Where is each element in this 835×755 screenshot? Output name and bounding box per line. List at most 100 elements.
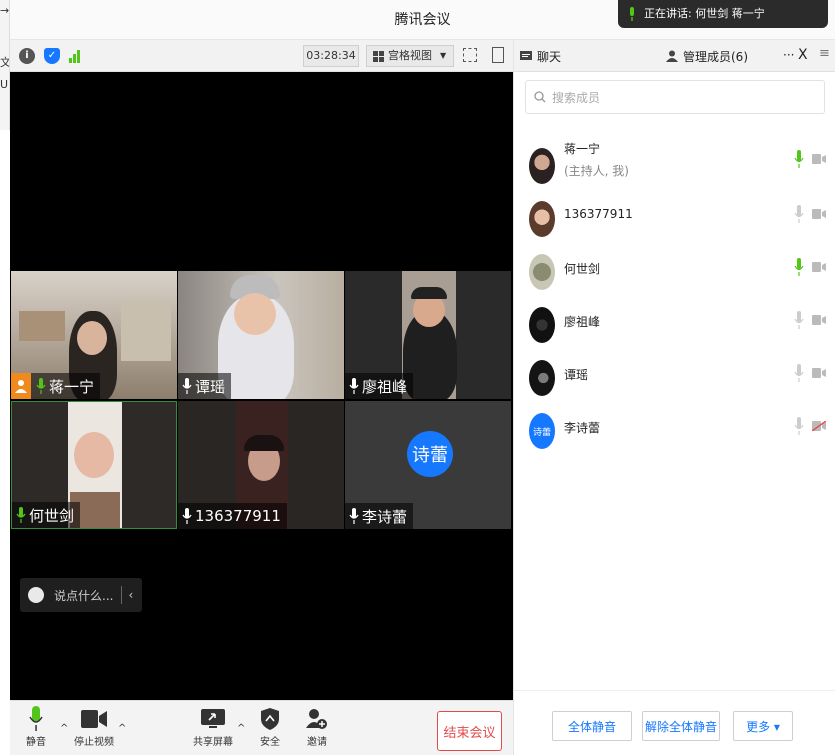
video-tile[interactable]: 谭瑶	[178, 271, 344, 399]
member-name: 廖祖峰	[564, 315, 601, 329]
mute-all-button[interactable]: 全体静音	[552, 711, 632, 741]
member-row[interactable]: 诗蕾 李诗蕾	[514, 405, 835, 457]
participant-name: 李诗蕾	[362, 507, 408, 526]
camera-icon[interactable]	[812, 262, 826, 272]
mute-label: 静音	[26, 737, 46, 748]
sidebar-toggle-icon[interactable]	[492, 47, 504, 63]
member-row[interactable]: 何世剑	[514, 246, 835, 298]
video-tile-active[interactable]: 何世剑	[11, 401, 177, 529]
sliver-char-0: →	[0, 4, 10, 17]
avatar: 诗蕾	[529, 413, 555, 449]
search-placeholder: 搜索成员	[552, 90, 601, 105]
member-row[interactable]: 谭瑶	[514, 352, 835, 404]
video-tile[interactable]: 蒋一宁	[11, 271, 177, 399]
mic-icon	[182, 378, 192, 394]
video-tile[interactable]: 136377911	[178, 401, 344, 529]
signal-icon[interactable]	[69, 49, 80, 63]
participant-name: 廖祖峰	[362, 377, 408, 396]
camera-icon[interactable]	[812, 209, 826, 219]
meeting-app: → 文 U 腾讯会议 正在讲话: 何世剑 蒋一宁 i ✓ 03:28:34 宫格…	[0, 0, 835, 755]
camera-off-icon[interactable]	[812, 421, 826, 431]
close-icon[interactable]: X	[798, 47, 808, 63]
shield-icon[interactable]: ✓	[44, 47, 60, 64]
tab-members[interactable]: 管理成员(6)	[666, 40, 748, 72]
mic-icon[interactable]	[794, 150, 804, 168]
more-options-icon[interactable]: ···	[783, 48, 794, 62]
mic-icon	[630, 7, 634, 21]
tile-name-bar: 蒋一宁	[11, 373, 101, 399]
mic-icon[interactable]	[794, 364, 804, 382]
security-button[interactable]: 安全	[260, 705, 280, 748]
avatar	[529, 360, 555, 396]
tab-chat-label: 聊天	[537, 49, 562, 64]
share-screen-label: 共享屏幕	[193, 737, 233, 748]
mic-icon	[349, 378, 359, 394]
member-search-input[interactable]: 搜索成员	[525, 80, 825, 114]
user-icon	[666, 50, 678, 62]
chat-input[interactable]: 说点什么... ‹	[20, 578, 142, 612]
video-toolbar: i ✓ 03:28:34 宫格视图 ▼	[10, 40, 513, 72]
camera-icon[interactable]	[812, 368, 826, 378]
caret-down-icon: ▼	[440, 51, 447, 60]
members-panel: 聊天 管理成员(6) ··· X ≡ 搜索成员 蒋一宁 (主持人, 我) 136…	[513, 40, 835, 755]
camera-icon[interactable]	[812, 154, 826, 164]
mute-options-caret[interactable]: ^	[60, 723, 68, 734]
avatar	[529, 307, 555, 343]
panel-tabs: 聊天 管理成员(6) ··· X ≡	[514, 40, 835, 72]
member-row[interactable]: 136377911	[514, 193, 835, 245]
tab-chat[interactable]: 聊天	[520, 40, 561, 72]
host-icon	[11, 373, 31, 399]
member-name: 蒋一宁	[564, 142, 601, 156]
tile-name-bar: 谭瑶	[178, 373, 232, 399]
video-grid: 蒋一宁 谭瑶 廖祖峰 何世剑 136377911 诗蕾 李诗蕾 说点什么... …	[10, 72, 513, 700]
tab-members-label: 管理成员(6)	[683, 49, 748, 64]
chevron-left-icon[interactable]: ‹	[128, 588, 133, 602]
sliver-char-2: U	[0, 78, 9, 91]
mic-icon[interactable]	[794, 311, 804, 329]
share-screen-button[interactable]: 共享屏幕	[193, 705, 233, 748]
info-icon[interactable]: i	[19, 47, 35, 64]
mic-icon	[349, 508, 359, 524]
mute-button[interactable]: 静音	[26, 705, 46, 748]
member-name: 136377911	[564, 207, 633, 221]
more-button[interactable]: 更多 ▾	[733, 711, 793, 741]
tile-name-bar: 136377911	[178, 503, 287, 529]
mic-icon[interactable]	[794, 205, 804, 223]
avatar	[529, 254, 555, 290]
chat-placeholder: 说点什么...	[54, 588, 114, 603]
stop-video-button[interactable]: 停止视频	[74, 705, 114, 748]
video-tile[interactable]: 诗蕾 李诗蕾	[345, 401, 511, 529]
member-name: 何世剑	[564, 262, 601, 276]
speaking-label: 正在讲话: 何世剑 蒋一宁	[644, 7, 765, 20]
meeting-timer: 03:28:34	[303, 45, 359, 67]
view-mode-select[interactable]: 宫格视图 ▼	[366, 45, 454, 67]
security-label: 安全	[260, 737, 280, 748]
panel-footer: 全体静音 解除全体静音 更多 ▾	[514, 690, 835, 755]
tile-name-bar: 廖祖峰	[345, 373, 414, 399]
tile-name-bar: 何世剑	[12, 502, 81, 528]
mic-icon[interactable]	[794, 258, 804, 276]
menu-icon[interactable]: ≡	[819, 46, 830, 61]
member-row[interactable]: 廖祖峰	[514, 299, 835, 351]
invite-button[interactable]: 邀请	[306, 705, 328, 748]
end-meeting-button[interactable]: 结束会议	[437, 711, 502, 751]
avatar	[529, 148, 555, 184]
member-role: (主持人, 我)	[564, 164, 629, 178]
camera-icon[interactable]	[812, 315, 826, 325]
participant-name: 136377911	[195, 507, 281, 525]
avatar	[529, 201, 555, 237]
search-icon	[534, 91, 546, 103]
video-tile[interactable]: 廖祖峰	[345, 271, 511, 399]
member-name: 李诗蕾	[564, 421, 601, 435]
mic-icon[interactable]	[794, 417, 804, 435]
grid-icon	[373, 50, 384, 62]
share-options-caret[interactable]: ^	[237, 723, 245, 734]
unmute-all-button[interactable]: 解除全体静音	[642, 711, 720, 741]
view-mode-label: 宫格视图	[388, 49, 432, 62]
add-user-icon	[306, 709, 327, 729]
fullscreen-icon[interactable]	[463, 48, 477, 62]
emoji-icon[interactable]	[28, 587, 44, 603]
camera-icon	[81, 710, 107, 728]
video-options-caret[interactable]: ^	[118, 723, 126, 734]
member-row[interactable]: 蒋一宁 (主持人, 我)	[514, 140, 835, 192]
